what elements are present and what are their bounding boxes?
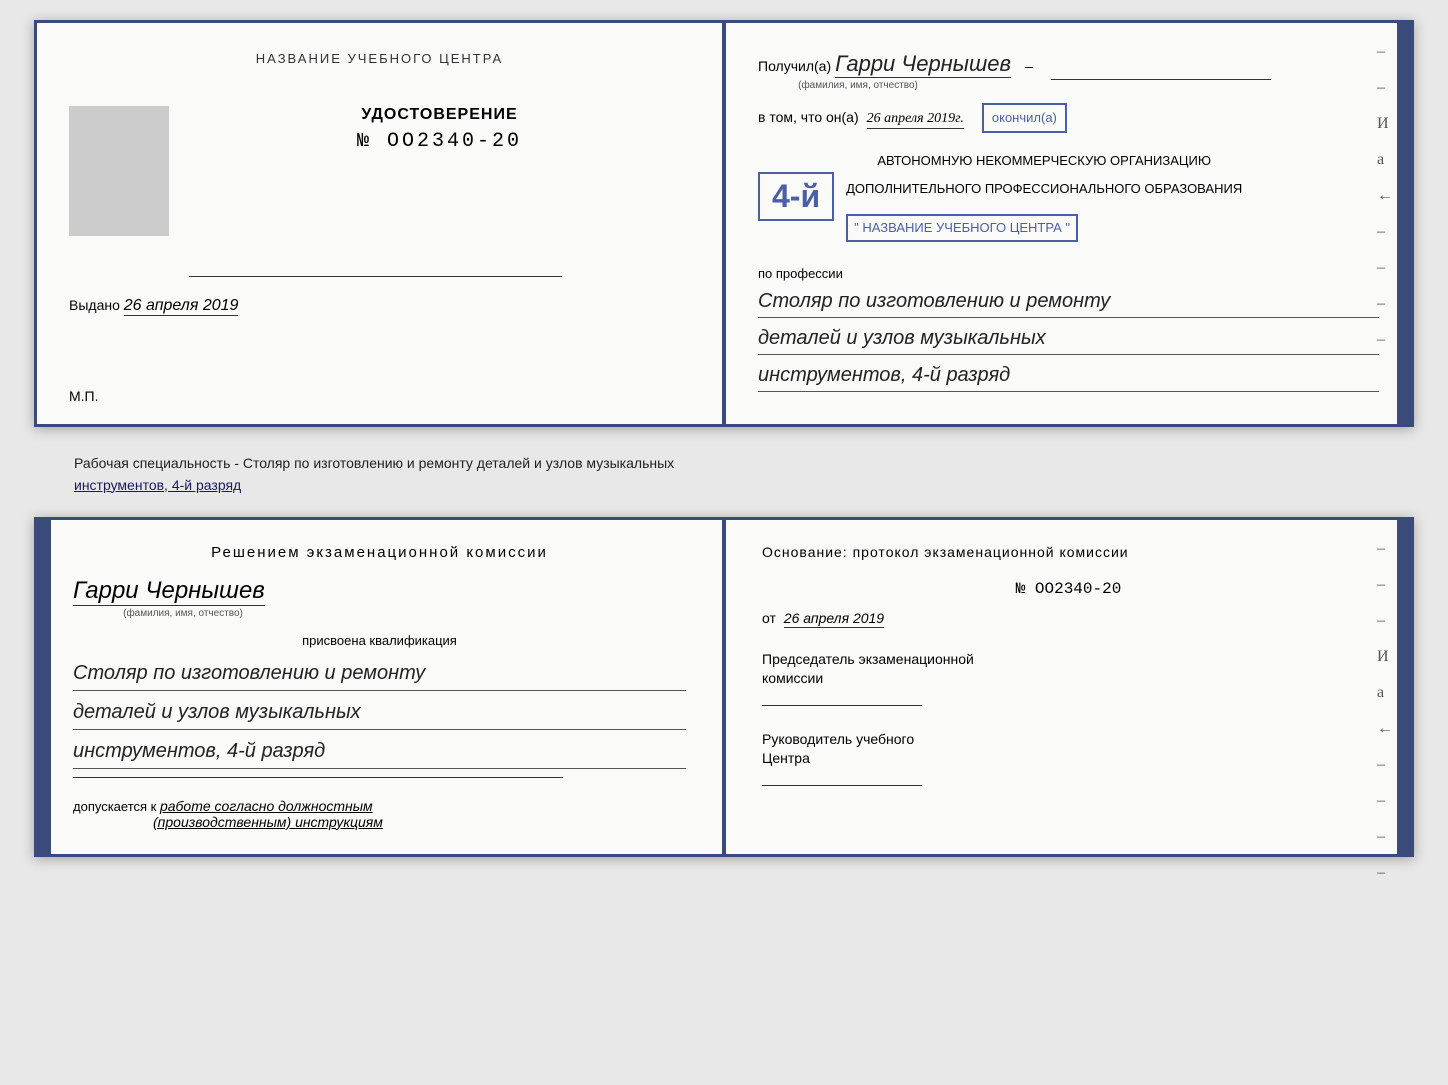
vtom-date: 26 апреля 2019г. [867, 111, 964, 129]
chairman-label: Председатель экзаменационной комиссии [762, 650, 1375, 689]
dash-separator: – [1025, 58, 1033, 74]
profession-label: по профессии [758, 266, 1379, 281]
chairman-signature [762, 705, 922, 706]
vtom-section: в том, что он(а) 26 апреля 2019г. окончи… [758, 103, 1379, 133]
cert-number: № OO2340-20 [189, 130, 690, 153]
cert-label: УДОСТОВЕРЕНИЕ [189, 106, 690, 124]
specialty-label-section: Рабочая специальность - Столяр по изгото… [34, 445, 1414, 499]
org-name: " НАЗВАНИЕ УЧЕБНОГО ЦЕНТРА " [846, 214, 1078, 242]
ot-section: от 26 апреля 2019 [762, 610, 1375, 626]
specialty-line1: Рабочая специальность - Столяр по изгото… [54, 449, 1394, 477]
qual-line1: Столяр по изготовлению и ремонту [73, 656, 686, 691]
bottom-right-page: Основание: протокол экзаменационной коми… [726, 520, 1411, 854]
mp-label: М.П. [69, 388, 99, 404]
issued-line: Выдано 26 апреля 2019 [69, 297, 690, 315]
qual-line3: инструментов, 4-й разряд [73, 734, 686, 769]
level-badge: 4-й [758, 172, 834, 221]
допускается-section: допускается к работе согласно должностны… [73, 798, 686, 830]
ot-date: 26 апреля 2019 [784, 610, 884, 628]
director-signature [762, 785, 922, 786]
center-title: НАЗВАНИЕ УЧЕБНОГО ЦЕНТРА [69, 51, 690, 66]
org-line2: ДОПОЛНИТЕЛЬНОГО ПРОФЕССИОНАЛЬНОГО ОБРАЗО… [846, 179, 1242, 199]
ot-prefix: от [762, 610, 776, 626]
bottom-document-spread: Решением экзаменационной комиссии Гарри … [34, 517, 1414, 857]
vtom-prefix: в том, что он(а) [758, 109, 859, 125]
bottom-person-section: Гарри Чернышев (фамилия, имя, отчество) [73, 577, 686, 619]
top-left-page: НАЗВАНИЕ УЧЕБНОГО ЦЕНТРА УДОСТОВЕРЕНИЕ №… [37, 23, 726, 424]
bottom-left-page: Решением экзаменационной комиссии Гарри … [37, 520, 726, 854]
issued-date: 26 апреля 2019 [124, 297, 239, 316]
profession-section: по профессии Столяр по изготовлению и ре… [758, 266, 1379, 392]
basis-number: № OO2340-20 [762, 580, 1375, 598]
допускается-text: работе согласно должностным [160, 798, 373, 814]
org-line1: АВТОНОМНУЮ НЕКОММЕРЧЕСКУЮ ОРГАНИЗАЦИЮ [846, 151, 1242, 171]
profession-line3: инструментов, 4-й разряд [758, 359, 1379, 392]
okончил-label: окончил(а) [992, 110, 1057, 125]
допускается-prefix: допускается к [73, 799, 156, 814]
top-right-page: Получил(а) Гарри Чернышев – (фамилия, им… [726, 23, 1411, 424]
profession-line1: Столяр по изготовлению и ремонту [758, 285, 1379, 318]
допускается-text2: (производственным) инструкциям [153, 814, 686, 830]
qual-text: Столяр по изготовлению и ремонту деталей… [73, 656, 686, 769]
recipient-prefix: Получил(а) [758, 58, 831, 74]
okончил-stamp: окончил(а) [982, 103, 1067, 133]
qual-line2: деталей и узлов музыкальных [73, 695, 686, 730]
recipient-name: Гарри Чернышев [835, 51, 1011, 78]
bottom-right-dashes: – – – И а ← – – – – [1377, 540, 1393, 882]
recipient-subtitle: (фамилия, имя, отчество) [758, 80, 958, 91]
specialty-line2: инструментов, 4-й разряд [54, 477, 1394, 495]
recipient-section: Получил(а) Гарри Чернышев – (фамилия, им… [758, 51, 1379, 91]
basis-title: Основание: протокол экзаменационной коми… [762, 544, 1375, 560]
profession-line2: деталей и узлов музыкальных [758, 322, 1379, 355]
photo-placeholder [69, 106, 169, 236]
qualification-label: присвоена квалификация [73, 633, 686, 648]
decision-title: Решением экзаменационной комиссии [73, 544, 686, 561]
bottom-person-name: Гарри Чернышев [73, 577, 265, 606]
top-document-spread: НАЗВАНИЕ УЧЕБНОГО ЦЕНТРА УДОСТОВЕРЕНИЕ №… [34, 20, 1414, 427]
profession-text: Столяр по изготовлению и ремонту деталей… [758, 285, 1379, 392]
bottom-person-subtitle: (фамилия, имя, отчество) [73, 608, 293, 619]
right-dashes: – – И а ← – – – – [1377, 43, 1393, 349]
level-org-section: 4-й АВТОНОМНУЮ НЕКОММЕРЧЕСКУЮ ОРГАНИЗАЦИ… [758, 143, 1379, 250]
director-label: Руководитель учебного Центра [762, 730, 1375, 769]
org-section: АВТОНОМНУЮ НЕКОММЕРЧЕСКУЮ ОРГАНИЗАЦИЮ ДО… [846, 143, 1242, 250]
